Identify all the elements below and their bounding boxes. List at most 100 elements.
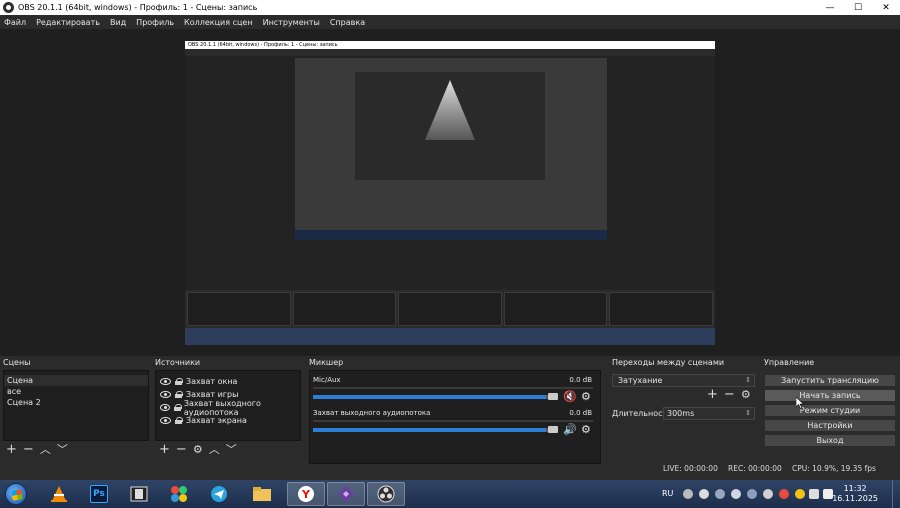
mixer-settings-gear-icon[interactable]: ⚙	[581, 390, 591, 403]
source-item[interactable]: Захват окна	[156, 375, 300, 388]
add-scene-button[interactable]: +	[6, 443, 17, 456]
mixer-settings-gear-icon[interactable]: ⚙	[581, 423, 591, 436]
tray-app-icon[interactable]	[715, 489, 725, 499]
lock-icon[interactable]	[175, 391, 183, 398]
language-indicator[interactable]: RU	[662, 489, 673, 498]
settings-button[interactable]: Настройки	[764, 419, 896, 432]
tray-app-icon[interactable]	[683, 489, 693, 499]
source-label: Захват экрана	[186, 416, 247, 425]
visibility-eye-icon[interactable]	[160, 404, 170, 411]
move-scene-up-button[interactable]: ︿	[40, 444, 51, 455]
preview-nested-title: OBS 20.1.1 (64bit, windows) - Профиль: 1…	[185, 41, 715, 49]
menu-scene-collection[interactable]: Коллекция сцен	[184, 18, 253, 27]
menu-file[interactable]: Файл	[4, 18, 26, 27]
add-transition-button[interactable]: +	[707, 388, 718, 401]
move-scene-down-button[interactable]: ﹀	[57, 444, 68, 455]
network-icon[interactable]	[809, 489, 819, 499]
scene-item[interactable]: Сцена 2	[4, 397, 148, 408]
sources-dock: Источники Захват окна Захват игры Захват…	[155, 356, 301, 464]
start-streaming-button[interactable]: Запустить трансляцию	[764, 374, 896, 387]
duration-spinbox[interactable]: 300ms ⇕	[663, 407, 755, 420]
lock-icon[interactable]	[175, 417, 183, 424]
volume-slider-handle[interactable]	[548, 426, 558, 433]
photoshop-icon: Ps	[90, 485, 108, 503]
duration-value: 300ms	[667, 409, 695, 418]
taskbar-photoshop[interactable]: Ps	[80, 482, 118, 506]
remove-transition-button[interactable]: −	[724, 388, 735, 401]
visibility-eye-icon[interactable]	[160, 378, 171, 385]
telegram-icon	[211, 486, 227, 502]
scene-item[interactable]: все	[4, 386, 148, 397]
preview-nested-canvas	[185, 56, 715, 290]
lock-icon[interactable]	[175, 378, 183, 385]
source-properties-gear-icon[interactable]: ⚙	[193, 444, 203, 455]
transition-properties-gear-icon[interactable]: ⚙	[741, 389, 751, 400]
tray-app-icon[interactable]	[731, 489, 741, 499]
visibility-eye-icon[interactable]	[160, 417, 171, 424]
vlc-icon	[51, 486, 67, 502]
steam-icon[interactable]	[747, 489, 757, 499]
controls-dock: Управление Запустить трансляцию Начать з…	[764, 356, 896, 464]
volume-slider[interactable]	[313, 395, 553, 399]
visibility-eye-icon[interactable]	[160, 391, 171, 398]
move-source-up-button[interactable]: ︿	[209, 444, 220, 455]
taskbar-colorful-app[interactable]	[160, 482, 198, 506]
scenes-list: Сцена все Сцена 2	[3, 370, 149, 441]
tray-app-icon[interactable]	[763, 489, 773, 499]
preview-area: OBS 20.1.1 (64bit, windows) - Профиль: 1…	[0, 29, 900, 356]
remove-source-button[interactable]: −	[176, 443, 187, 456]
spin-arrows-icon: ⇕	[745, 409, 751, 417]
mixer-channel-name: Mic/Aux	[313, 376, 341, 384]
preview-nested-menu	[185, 49, 715, 56]
tray-app-icon[interactable]	[699, 489, 709, 499]
status-live: LIVE: 00:00:00	[663, 464, 718, 473]
preview-canvas[interactable]: OBS 20.1.1 (64bit, windows) - Профиль: 1…	[185, 41, 715, 345]
taskbar-telegram[interactable]	[200, 482, 238, 506]
taskbar-obs[interactable]	[367, 482, 405, 506]
start-button[interactable]	[5, 483, 27, 505]
audio-meter	[313, 387, 593, 389]
exit-button[interactable]: Выход	[764, 434, 896, 447]
taskbar-vlc[interactable]	[40, 482, 78, 506]
taskbar-yandex-browser[interactable]: Y	[287, 482, 325, 506]
windows-taskbar: Ps Y RU 11:32 16.11.2025	[0, 480, 900, 508]
taskbar-video-editor[interactable]	[120, 482, 158, 506]
colorful-app-icon	[171, 486, 187, 502]
controls-title: Управление	[764, 358, 815, 367]
lock-icon[interactable]	[173, 404, 182, 411]
speaker-icon[interactable]: 🔊	[563, 423, 577, 436]
scene-item[interactable]: Сцена	[4, 375, 148, 386]
transition-select[interactable]: Затухание ⇕	[612, 374, 755, 387]
volume-slider[interactable]	[313, 428, 553, 432]
volume-slider-handle[interactable]	[548, 393, 558, 400]
mixer-channel-db: 0.0 dB	[569, 376, 592, 384]
move-source-down-button[interactable]: ﹀	[226, 444, 237, 455]
scenes-toolbar: + − ︿ ﹀	[6, 443, 68, 456]
obs-icon	[377, 485, 395, 503]
add-source-button[interactable]: +	[159, 443, 170, 456]
menu-view[interactable]: Вид	[110, 18, 126, 27]
taskbar-clock[interactable]: 11:32 16.11.2025	[832, 484, 878, 504]
menu-help[interactable]: Справка	[330, 18, 365, 27]
menu-tools[interactable]: Инструменты	[263, 18, 320, 27]
show-desktop-button[interactable]	[892, 480, 900, 508]
muted-speaker-icon[interactable]: 🔇	[563, 390, 577, 403]
start-recording-button[interactable]: Начать запись	[764, 389, 896, 402]
menu-profile[interactable]: Профиль	[136, 18, 174, 27]
menu-edit[interactable]: Редактировать	[36, 18, 100, 27]
minimize-button[interactable]: —	[816, 0, 844, 15]
source-item[interactable]: Захват выходного аудиопотока	[156, 399, 300, 417]
clock-date: 16.11.2025	[832, 494, 878, 503]
tray-app-icon[interactable]	[795, 489, 805, 499]
maximize-button[interactable]: ☐	[844, 0, 872, 15]
status-rec: REC: 00:00:00	[728, 464, 782, 473]
taskbar-vs[interactable]	[327, 482, 365, 506]
mouse-cursor-icon	[796, 397, 804, 409]
remove-scene-button[interactable]: −	[23, 443, 34, 456]
preview-nested-taskbar	[295, 230, 607, 240]
tray-app-icon[interactable]	[779, 489, 789, 499]
source-label: Захват окна	[186, 377, 238, 386]
close-button[interactable]: ✕	[872, 0, 900, 15]
taskbar-file-explorer[interactable]	[243, 482, 281, 506]
studio-mode-button[interactable]: Режим студии	[764, 404, 896, 417]
